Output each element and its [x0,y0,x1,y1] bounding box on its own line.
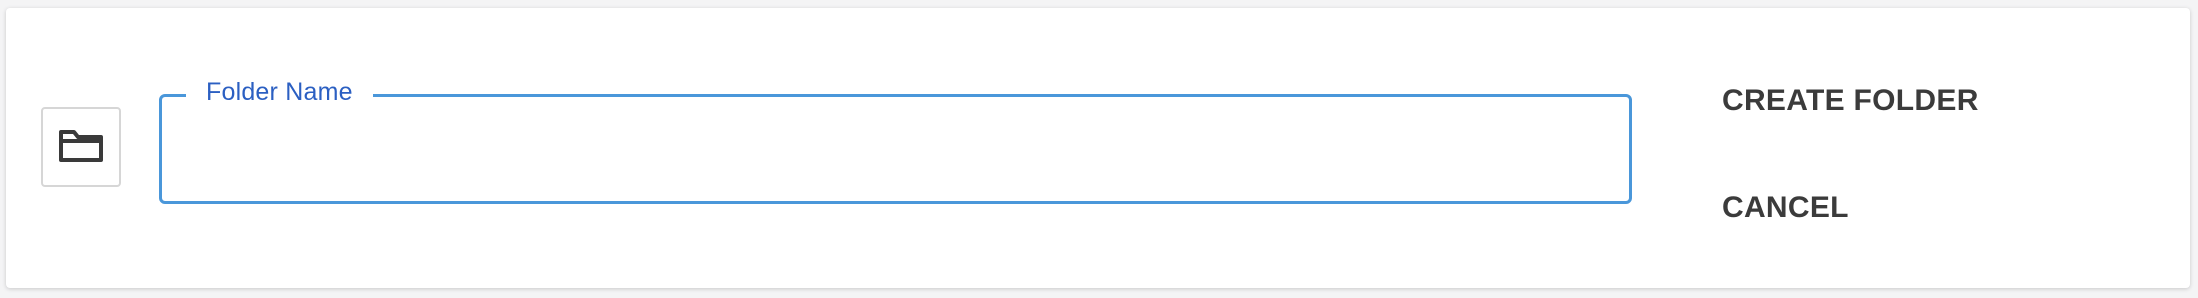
folder-icon-tile [41,107,121,187]
folder-icon [57,127,105,168]
folder-name-label: Folder Name [186,75,373,109]
folder-name-input[interactable] [182,127,1609,179]
folder-name-field: Folder Name [159,75,1632,204]
create-folder-panel: Folder Name CREATE FOLDER CANCEL [6,8,2190,288]
create-folder-button[interactable]: CREATE FOLDER [1708,73,1993,129]
cancel-button[interactable]: CANCEL [1708,180,1863,236]
